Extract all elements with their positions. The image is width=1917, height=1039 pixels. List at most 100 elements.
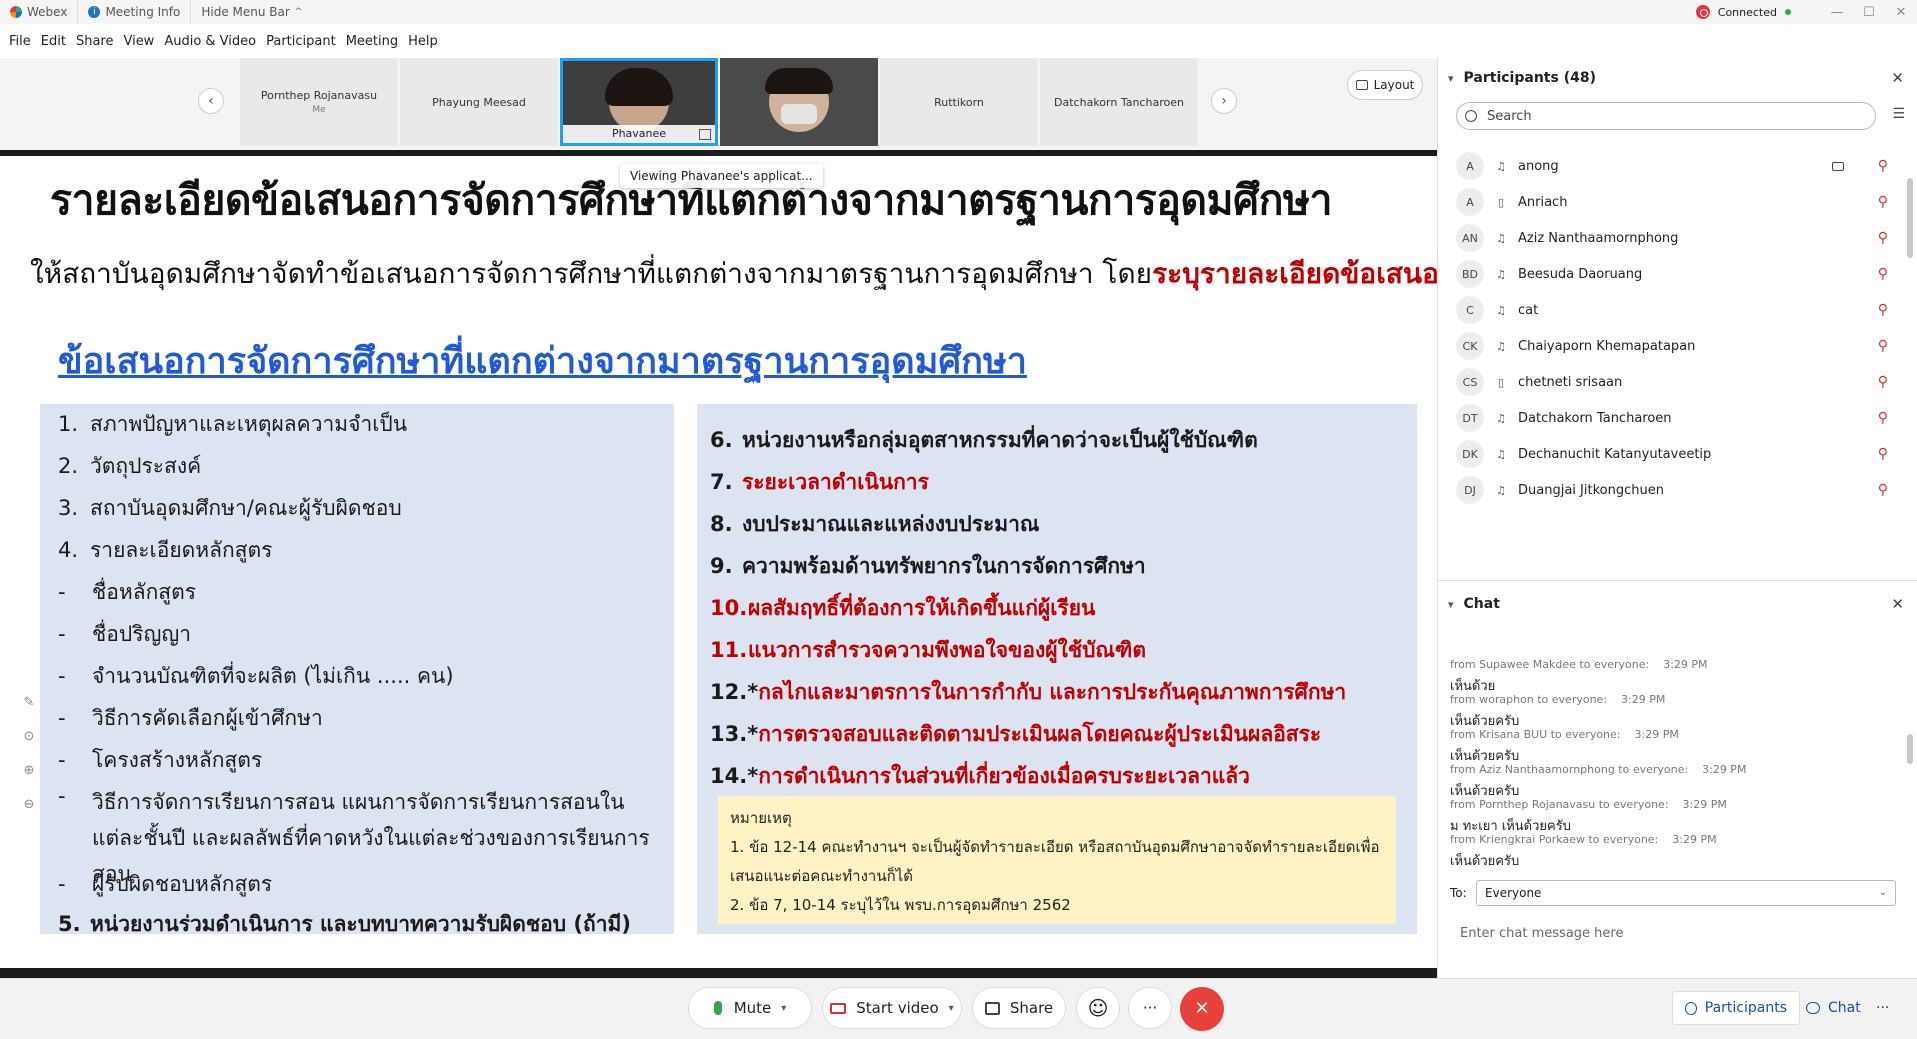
viewing-badge[interactable]: Viewing Phavanee's applicat... — [620, 164, 823, 188]
pointer-icon[interactable]: ⊙ — [16, 720, 42, 754]
chat-timestamp: 3:29 PM — [1682, 798, 1727, 811]
video-tile-datchakorn[interactable]: Datchakorn Tancharoen — [1040, 58, 1198, 146]
menu-share[interactable]: Share — [71, 34, 119, 49]
participant-search-input[interactable]: Search — [1456, 102, 1876, 130]
layout-button[interactable]: Layout — [1347, 70, 1423, 100]
menu-help[interactable]: Help — [403, 34, 443, 49]
participants-scrollbar[interactable] — [1907, 178, 1913, 258]
more-panels-button[interactable]: ··· — [1876, 991, 1889, 1025]
chat-toggle-button[interactable]: Chat — [1806, 991, 1861, 1025]
chat-scrollbar[interactable] — [1907, 734, 1913, 764]
muted-microphone-icon[interactable]: ⚲ — [1878, 410, 1888, 426]
note-title: หมายเหตุ — [730, 809, 792, 827]
phone-icon: ▯ — [1497, 375, 1505, 389]
chat-sender: from Kriengkrai Porkaew to everyone: 3:29… — [1450, 833, 1870, 846]
avatar: A — [1456, 188, 1484, 216]
close-chat-button[interactable]: ✕ — [1891, 595, 1904, 613]
minimize-button[interactable]: — — [1821, 5, 1853, 20]
muted-microphone-icon[interactable]: ⚲ — [1878, 266, 1888, 282]
video-tile-phayung[interactable]: Phayung Meesad — [400, 58, 558, 146]
chevron-down-icon[interactable]: ▾ — [781, 1003, 786, 1014]
meeting-info-label: Meeting Info — [105, 5, 181, 19]
avatar: AN — [1456, 224, 1484, 252]
share-button[interactable]: Share — [972, 987, 1066, 1029]
muted-microphone-icon[interactable]: ⚲ — [1878, 302, 1888, 318]
chat-sender-text: from Kriengkrai Porkaew to everyone: — [1450, 833, 1659, 846]
list-item: - โครงสร้างหลักสูตร — [58, 748, 263, 772]
list-item: 13.*การตรวจสอบและติดตามประเมินผลโดยคณะผู… — [710, 722, 1322, 746]
list-item: 14.*การดำเนินการในส่วนที่เกี่ยวข้องเมื่อ… — [710, 764, 1250, 788]
muted-microphone-icon[interactable]: ⚲ — [1878, 374, 1888, 390]
chat-to-label: To: — [1450, 886, 1467, 900]
info-icon: i — [88, 6, 101, 18]
list-item: 2. วัตถุประสงค์ — [58, 454, 202, 478]
list-item: 10.ผลสัมฤทธิ์ที่ต้องการให้เกิดขึ้นแก่ผู้… — [710, 596, 1096, 620]
chat-panel-header: ▾ Chat ✕ — [1438, 586, 1917, 622]
person-icon — [1685, 1001, 1697, 1015]
more-options-button[interactable]: ··· — [1128, 987, 1172, 1029]
participants-toggle-button[interactable]: Participants — [1672, 991, 1800, 1025]
strip-prev-button[interactable]: ‹ — [198, 88, 224, 114]
list-item: - วิธีการคัดเลือกผู้เข้าศึกษา — [58, 706, 323, 730]
chevron-down-icon[interactable]: ▾ — [1448, 598, 1454, 611]
zoom-in-icon[interactable]: ⊕ — [16, 754, 42, 788]
video-tile-ruttikorn[interactable]: Ruttikorn — [880, 58, 1038, 146]
layout-label: Layout — [1373, 78, 1415, 92]
note-box: หมายเหตุ 1. ข้อ 12-14 คณะทำงานฯ จะเป็นผู… — [718, 796, 1396, 924]
maximize-button[interactable]: ☐ — [1853, 5, 1885, 20]
list-item: 9. ความพร้อมด้านทรัพยากรในการจัดการศึกษา — [710, 554, 1146, 578]
chevron-down-icon[interactable]: ▾ — [949, 1003, 954, 1014]
menu-audio-video[interactable]: Audio & Video — [159, 34, 261, 49]
sort-icon[interactable]: ☰ — [1892, 106, 1905, 122]
muted-microphone-icon[interactable]: ⚲ — [1878, 482, 1888, 498]
muted-microphone-icon[interactable]: ⚲ — [1878, 446, 1888, 462]
video-tile-participant[interactable] — [720, 58, 878, 146]
participant-video — [765, 68, 833, 132]
avatar: A — [1456, 152, 1484, 180]
menu-edit[interactable]: Edit — [36, 34, 71, 49]
muted-microphone-icon[interactable]: ⚲ — [1878, 158, 1888, 174]
menu-participant[interactable]: Participant — [261, 34, 341, 49]
video-off-icon — [830, 1002, 847, 1014]
reactions-button[interactable]: ☺ — [1076, 987, 1120, 1029]
slide-subtitle-red: ระบุรายละเอียดข้อเสนอฯ ดังนี้ — [1152, 257, 1437, 290]
chevron-down-icon[interactable]: ▾ — [1448, 72, 1454, 85]
start-video-label: Start video — [856, 999, 939, 1017]
chevron-down-icon: ⌄ — [1878, 887, 1887, 898]
mute-button[interactable]: Mute ▾ — [688, 987, 812, 1029]
avatar: BD — [1456, 260, 1484, 288]
strip-next-button[interactable]: › — [1211, 88, 1237, 114]
zoom-out-icon[interactable]: ⊖ — [16, 788, 42, 822]
muted-microphone-icon[interactable]: ⚲ — [1878, 230, 1888, 246]
recording-icon — [1695, 5, 1710, 19]
participants-toggle-label: Participants — [1704, 1000, 1787, 1016]
chat-input[interactable]: Enter chat message here — [1460, 926, 1623, 941]
participant-name: cat — [1518, 302, 1539, 318]
chat-recipient-select[interactable]: Everyone ⌄ — [1476, 880, 1896, 906]
start-video-button[interactable]: Start video ▾ — [822, 987, 962, 1029]
close-participants-button[interactable]: ✕ — [1891, 69, 1904, 87]
phone-icon: ▯ — [1497, 195, 1505, 209]
muted-microphone-icon[interactable]: ⚲ — [1878, 194, 1888, 210]
video-tile-phavanee[interactable]: Phavanee — [560, 58, 718, 146]
close-window-button[interactable]: ✕ — [1885, 5, 1917, 20]
mute-label: Mute — [733, 999, 772, 1017]
muted-microphone-icon[interactable]: ⚲ — [1878, 338, 1888, 354]
end-meeting-button[interactable]: ✕ — [1180, 987, 1224, 1031]
list-item: 8. งบประมาณและแหล่งงบประมาณ — [710, 512, 1040, 536]
chat-sender-text: from Aziz Nanthaamornphong to everyone: — [1450, 763, 1689, 776]
hide-menu-bar-button[interactable]: Hide Menu Bar ^ — [191, 0, 312, 24]
tile-name: Phavanee — [563, 125, 715, 143]
search-icon — [1465, 110, 1477, 122]
menu-file[interactable]: File — [4, 34, 36, 49]
participant-row[interactable]: DJ ♫ Duangjai Jitkongchuen ⚲ — [1438, 468, 1898, 512]
participant-name: chetneti srisaan — [1518, 374, 1623, 390]
chat-recipient-value: Everyone — [1485, 886, 1542, 900]
menu-meeting[interactable]: Meeting — [341, 34, 403, 49]
menu-view[interactable]: View — [118, 34, 159, 49]
video-tile-pornthep[interactable]: Pornthep Rojanavasu Me — [240, 58, 398, 146]
participant-name: Beesuda Daoruang — [1518, 266, 1643, 282]
annotate-icon[interactable]: ✎ — [16, 686, 42, 720]
meeting-info-button[interactable]: i Meeting Info — [78, 0, 192, 24]
tile-sub: Me — [312, 105, 326, 115]
